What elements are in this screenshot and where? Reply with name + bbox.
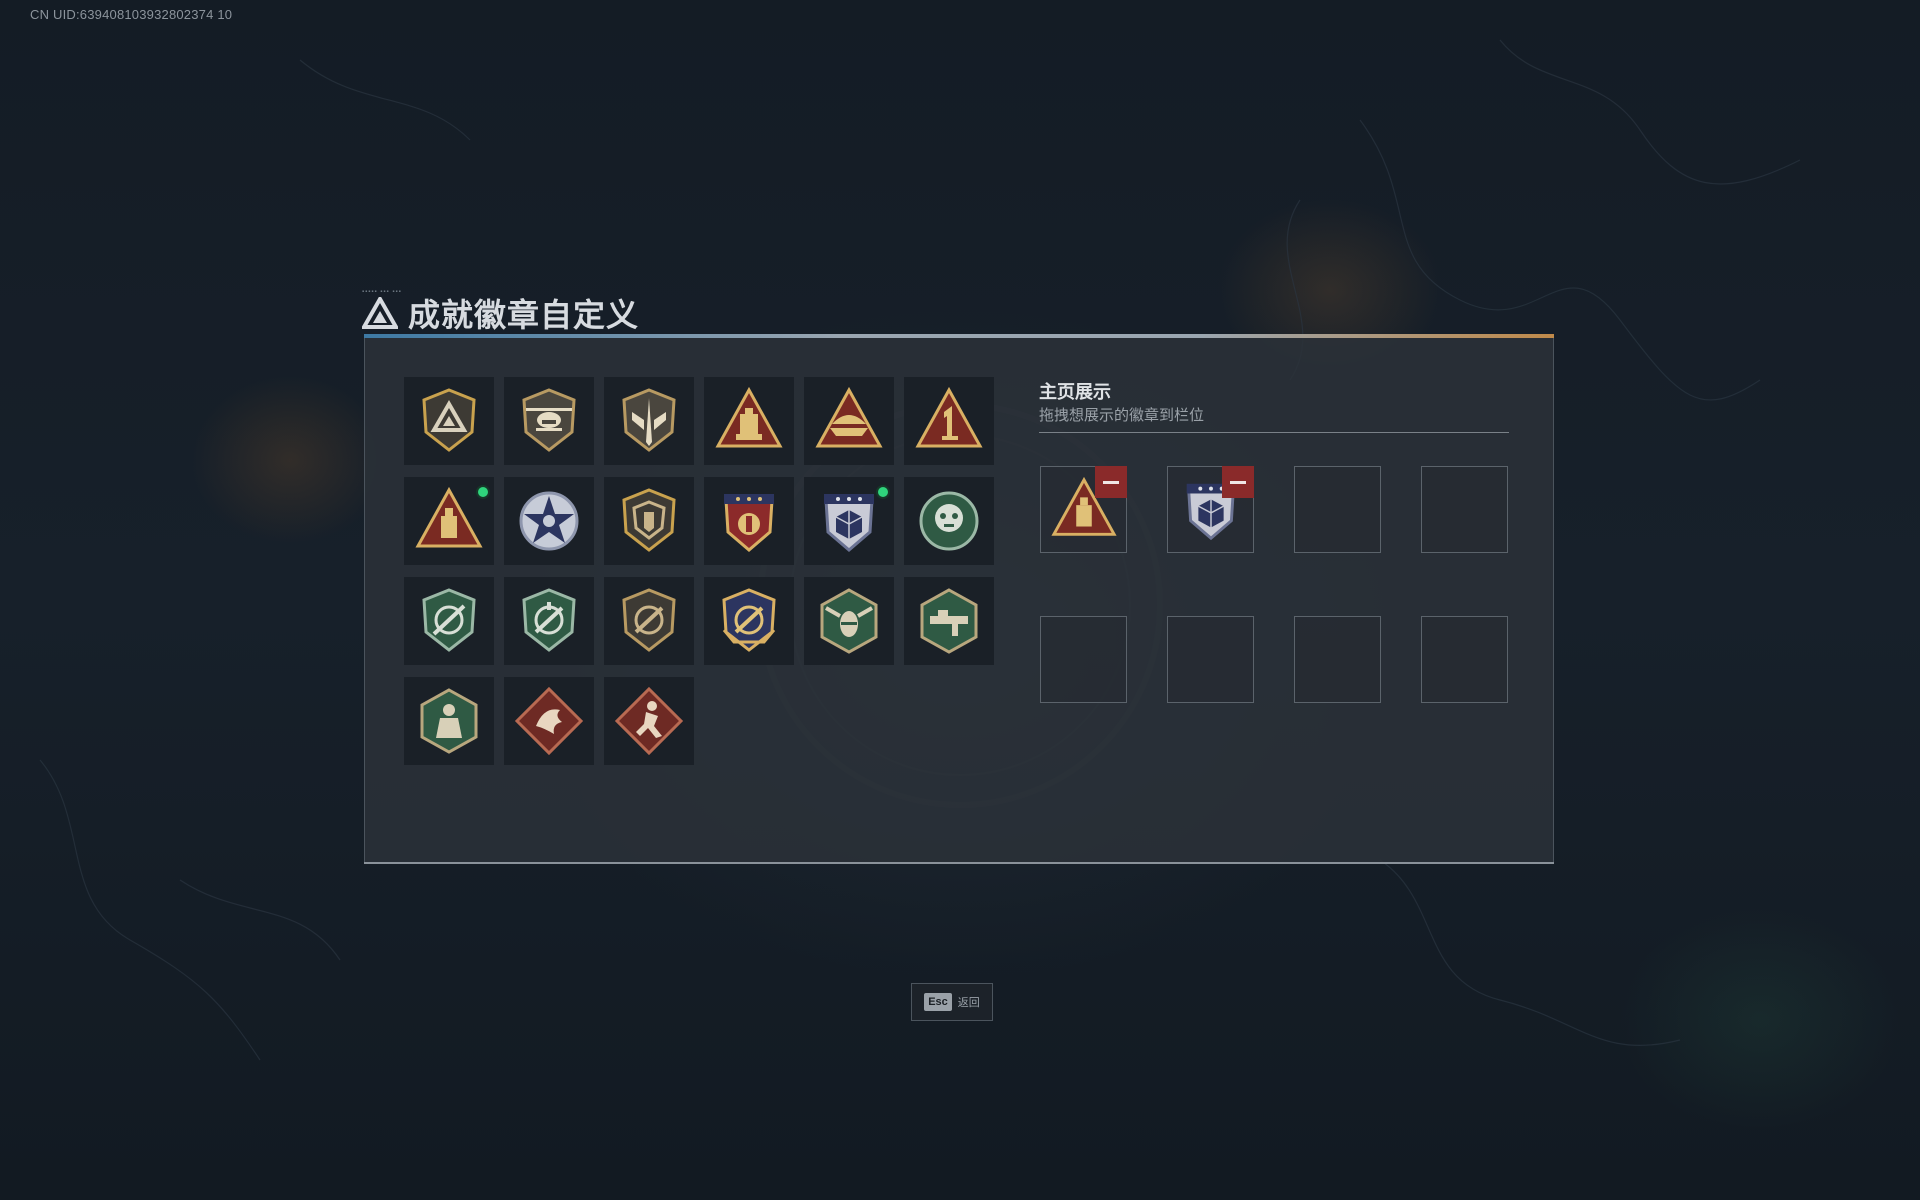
showcase-slot-empty[interactable] bbox=[1167, 616, 1254, 703]
gold-triangle-tower-icon bbox=[415, 486, 483, 548]
badge-cell[interactable] bbox=[704, 377, 794, 465]
badge-cell[interactable] bbox=[504, 677, 594, 765]
showcase-divider bbox=[1039, 432, 1509, 433]
page-header: 成就徽章自定义 bbox=[362, 290, 639, 336]
badge-cell[interactable] bbox=[504, 377, 594, 465]
showcase-slot-empty[interactable] bbox=[1294, 616, 1381, 703]
badge-cell[interactable] bbox=[604, 677, 694, 765]
badge-cell[interactable] bbox=[404, 677, 494, 765]
gold-triangle-number-one-icon bbox=[915, 386, 983, 448]
diamond-dragon-icon bbox=[514, 686, 584, 756]
showcase-subtitle: 拖拽想展示的徽章到栏位 bbox=[1039, 407, 1205, 424]
hexagon-soldier-icon bbox=[420, 688, 478, 754]
badge-cell[interactable] bbox=[604, 577, 694, 665]
badge-cell[interactable] bbox=[504, 577, 594, 665]
star-crest-gold-icon bbox=[724, 494, 774, 552]
navy-crest-dice-icon bbox=[824, 494, 874, 552]
back-button[interactable]: Esc 返回 bbox=[911, 983, 993, 1021]
showcase-slot-empty[interactable] bbox=[1421, 466, 1508, 553]
showcase-title: 主页展示 bbox=[1039, 382, 1111, 402]
showcase-slots bbox=[1040, 466, 1508, 703]
green-round-emblem-icon bbox=[919, 491, 979, 551]
helicopter-badge-icon bbox=[522, 388, 576, 452]
badge-cell[interactable] bbox=[804, 577, 894, 665]
badge-cell[interactable] bbox=[404, 577, 494, 665]
badge-cell[interactable] bbox=[404, 377, 494, 465]
page-title: 成就徽章自定义 bbox=[408, 297, 640, 333]
user-uid: CN UID:639408103932802374 10 bbox=[30, 7, 233, 22]
showcase-slot-empty[interactable] bbox=[1421, 616, 1508, 703]
minus-icon bbox=[1230, 480, 1246, 484]
badge-cell[interactable] bbox=[404, 477, 494, 565]
showcase-slot[interactable] bbox=[1040, 466, 1127, 553]
badge-inventory-grid bbox=[404, 377, 994, 765]
remove-badge-button[interactable] bbox=[1222, 466, 1254, 498]
green-shield-crosshair-icon bbox=[422, 588, 476, 652]
hexagon-bee-icon bbox=[820, 588, 878, 654]
badge-cell[interactable] bbox=[704, 577, 794, 665]
back-label: 返回 bbox=[957, 997, 980, 1009]
showcase-slot-empty[interactable] bbox=[1040, 616, 1127, 703]
hexagon-gun-icon bbox=[920, 588, 978, 654]
gold-triangle-building-icon bbox=[715, 386, 783, 448]
showcase-slot-empty[interactable] bbox=[1294, 466, 1381, 553]
panel-top-accent bbox=[364, 334, 1554, 338]
minus-icon bbox=[1103, 480, 1119, 484]
green-shield-crosshair-alt-icon bbox=[522, 588, 576, 652]
badge-cell[interactable] bbox=[704, 477, 794, 565]
tactical-shield-icon bbox=[622, 388, 676, 452]
badge-cell[interactable] bbox=[904, 577, 994, 665]
panel-bottom-border bbox=[364, 862, 1554, 864]
new-badge-indicator bbox=[876, 485, 890, 499]
badge-cell[interactable] bbox=[904, 477, 994, 565]
bronze-shield-icon bbox=[622, 488, 676, 552]
showcase-slot[interactable] bbox=[1167, 466, 1254, 553]
triangle-logo-icon bbox=[362, 297, 398, 329]
dark-shield-crosshair-icon bbox=[622, 588, 676, 652]
gold-triangle-boat-icon bbox=[815, 386, 883, 448]
badge-cell[interactable] bbox=[804, 377, 894, 465]
blue-star-emblem-icon bbox=[519, 491, 579, 551]
badge-cell[interactable] bbox=[604, 477, 694, 565]
diamond-runner-icon bbox=[614, 686, 684, 756]
badge-cell[interactable] bbox=[804, 477, 894, 565]
gold-shield-crosshair-icon bbox=[722, 588, 776, 652]
esc-key-hint: Esc bbox=[924, 993, 952, 1011]
remove-badge-button[interactable] bbox=[1095, 466, 1127, 498]
gold-triangle-shield-icon bbox=[422, 388, 476, 452]
new-badge-indicator bbox=[476, 485, 490, 499]
badge-cell[interactable] bbox=[904, 377, 994, 465]
badge-cell[interactable] bbox=[604, 377, 694, 465]
badge-cell[interactable] bbox=[504, 477, 594, 565]
